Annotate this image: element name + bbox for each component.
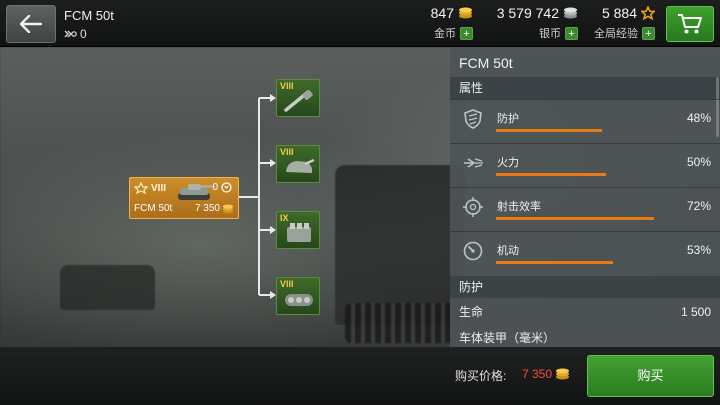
free-xp-value: 5 884 bbox=[601, 5, 637, 21]
gold-value: 847 bbox=[430, 5, 454, 21]
attributes-header: 属性 bbox=[450, 77, 720, 99]
stat-label: 射击效率 bbox=[497, 201, 541, 213]
stat-bar bbox=[496, 217, 654, 220]
vehicle-name: FCM 50t bbox=[64, 8, 114, 23]
price-value: 7 350 bbox=[522, 367, 570, 381]
purchase-bar: 购买价格: 7 350 购买 bbox=[0, 347, 720, 405]
stat-label: 防护 bbox=[497, 113, 519, 125]
stat-row-firepower[interactable]: 火力 50% bbox=[450, 143, 720, 187]
star-icon bbox=[641, 6, 655, 20]
module-node-engine[interactable]: IX bbox=[276, 211, 320, 249]
hp-value: 1 500 bbox=[680, 305, 711, 319]
stat-label: 火力 bbox=[497, 157, 519, 169]
xp-icon bbox=[221, 182, 232, 193]
tracks-icon bbox=[285, 294, 313, 306]
gold-coins-icon bbox=[459, 7, 472, 19]
gold-coins-icon bbox=[222, 204, 234, 213]
turret-icon bbox=[286, 158, 315, 173]
hp-row: 生命 1 500 bbox=[450, 301, 720, 323]
add-free-xp-button[interactable]: + bbox=[642, 26, 655, 40]
module-node-gun[interactable]: VIII bbox=[276, 79, 320, 117]
free-xp-label: 全局经验 bbox=[594, 28, 638, 40]
top-bar: FCM 50t 0 847 金币 + 3 579 742 银币 + 5 884 … bbox=[0, 0, 720, 47]
crosshair-icon bbox=[463, 197, 483, 217]
premium-tier-icon bbox=[134, 182, 148, 194]
stat-label: 机动 bbox=[497, 245, 519, 257]
vehicle-node-xp: 0 bbox=[212, 182, 232, 193]
vehicle-info-panel: FCM 50t 属性 防护 48% 火力 50% 射击效率 72% 机动 53%… bbox=[450, 47, 720, 347]
stat-value: 48% bbox=[686, 111, 711, 125]
speedometer-icon bbox=[463, 241, 483, 261]
vehicle-node-fcm-50t[interactable]: VIII 0 FCM 50t 7 350 bbox=[129, 177, 239, 219]
gun-icon bbox=[284, 90, 313, 112]
stat-row-mobility[interactable]: 机动 53% bbox=[450, 231, 720, 275]
free-xp-block: 5 884 全局经验 + bbox=[585, 5, 655, 41]
price-amount: 7 350 bbox=[522, 367, 553, 381]
tank-icon bbox=[178, 184, 215, 200]
stat-bar bbox=[496, 173, 606, 176]
vehicle-tier-label: VIII bbox=[151, 182, 167, 194]
hull-armor-label: 车体装甲（毫米） bbox=[459, 331, 556, 345]
silver-label: 银币 bbox=[539, 28, 561, 40]
vehicle-tier: VIII bbox=[134, 182, 166, 194]
silver-block: 3 579 742 银币 + bbox=[480, 5, 578, 41]
stat-value: 72% bbox=[686, 199, 711, 213]
vehicle-node-price: 7 350 bbox=[195, 203, 234, 214]
price-label: 购买价格: bbox=[455, 369, 507, 383]
buy-button[interactable]: 购买 bbox=[587, 355, 714, 397]
module-node-tracks[interactable]: VIII bbox=[276, 277, 320, 315]
gold-label: 金币 bbox=[434, 28, 456, 40]
stat-row-protection[interactable]: 防护 48% bbox=[450, 99, 720, 143]
hp-label: 生命 bbox=[459, 305, 484, 319]
stat-value: 53% bbox=[686, 243, 711, 257]
stat-row-shooting-efficiency[interactable]: 射击效率 72% bbox=[450, 187, 720, 231]
arrow-left-icon bbox=[20, 15, 42, 33]
shop-button[interactable] bbox=[666, 6, 714, 42]
stat-bar bbox=[496, 261, 613, 264]
protection-header: 防护 bbox=[450, 276, 720, 298]
stat-value: 50% bbox=[686, 155, 711, 169]
cart-icon bbox=[678, 14, 702, 34]
vehicle-node-name: FCM 50t bbox=[134, 203, 173, 214]
panel-title: FCM 50t bbox=[459, 55, 513, 71]
gold-coins-icon bbox=[556, 368, 570, 380]
stat-bar bbox=[496, 129, 602, 132]
module-node-turret[interactable]: VIII bbox=[276, 145, 320, 183]
xp-icon bbox=[64, 30, 77, 37]
firepower-icon bbox=[464, 158, 483, 168]
add-silver-button[interactable]: + bbox=[565, 26, 578, 40]
silver-coins-icon bbox=[564, 7, 577, 19]
vehicle-node-xp-value: 0 bbox=[212, 182, 218, 193]
vehicle-xp-value: 0 bbox=[80, 27, 87, 41]
vehicle-xp: 0 bbox=[64, 27, 87, 41]
gold-block: 847 金币 + bbox=[405, 5, 473, 41]
silver-value: 3 579 742 bbox=[496, 5, 559, 21]
back-button[interactable] bbox=[6, 5, 56, 43]
engine-icon bbox=[287, 223, 311, 242]
vehicle-node-price-value: 7 350 bbox=[194, 203, 220, 214]
shield-icon bbox=[464, 109, 482, 129]
add-gold-button[interactable]: + bbox=[460, 26, 473, 40]
hull-armor-row: 车体装甲（毫米） bbox=[450, 327, 720, 349]
